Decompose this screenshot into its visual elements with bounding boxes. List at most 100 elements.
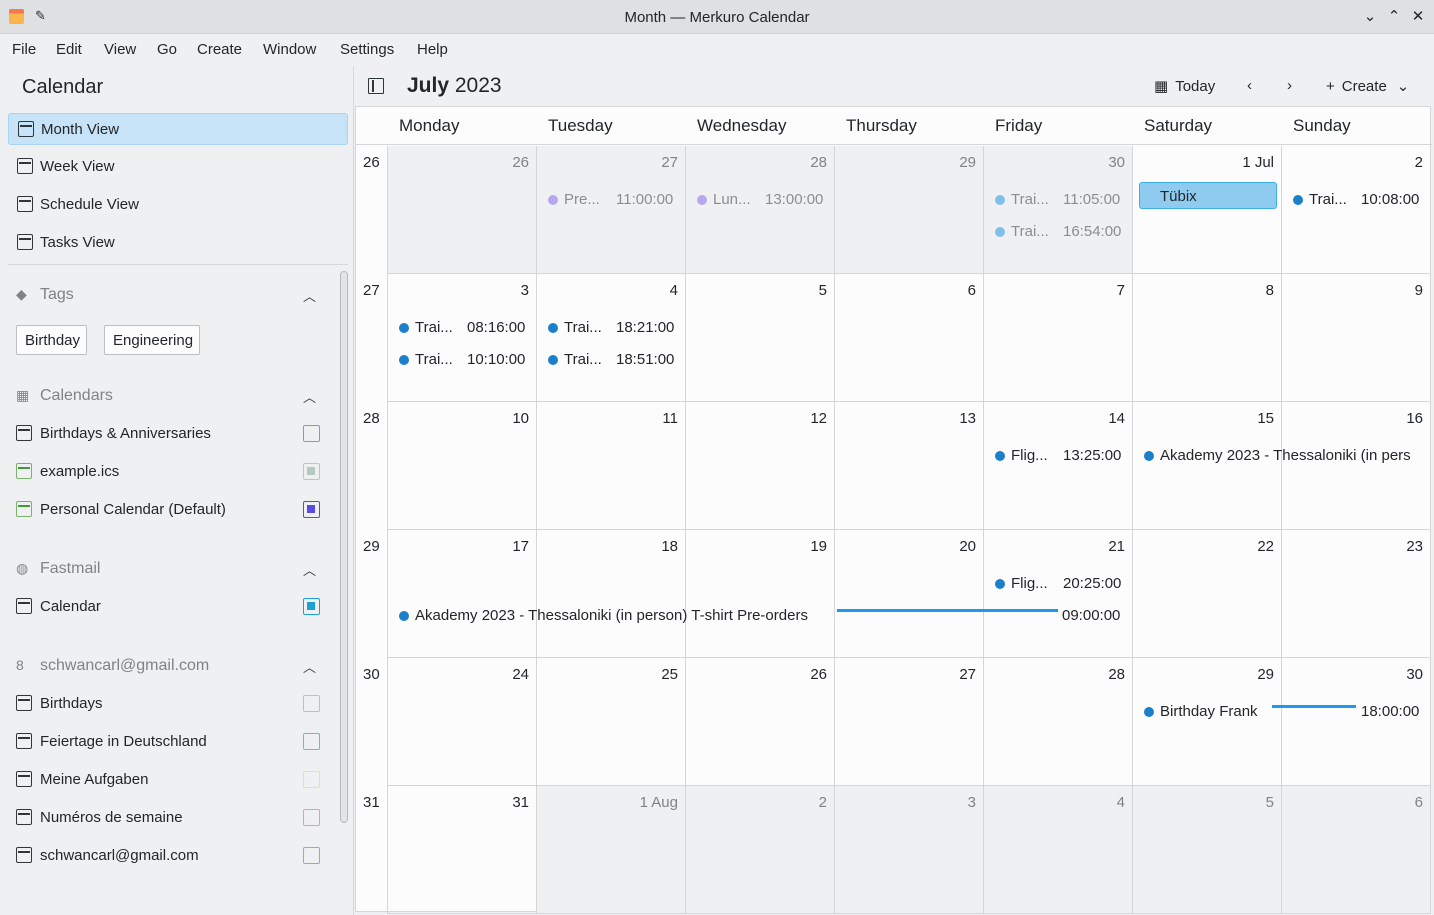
color-checkbox[interactable] <box>303 847 320 864</box>
sidebar-scrollbar[interactable] <box>340 271 348 823</box>
day-cell[interactable]: 13 <box>835 402 984 530</box>
calendar-item[interactable]: Feiertage in Deutschland <box>16 727 326 757</box>
day-cell[interactable]: 24 <box>388 658 537 786</box>
day-cell[interactable]: 19 <box>686 530 835 658</box>
fastmail-section-header[interactable]: ◍ Fastmail <box>16 560 100 578</box>
event-item[interactable]: Birthday Frank <box>1144 701 1274 723</box>
menu-help[interactable]: Help <box>417 41 448 58</box>
day-cell[interactable]: 1 Aug <box>537 786 686 914</box>
day-cell[interactable]: 20 <box>835 530 984 658</box>
calendar-item[interactable]: schwancarl@gmail.com <box>16 841 326 871</box>
color-checkbox[interactable] <box>303 598 320 615</box>
event-item[interactable]: Flig... 13:25:00 <box>995 445 1135 467</box>
chevron-up-icon[interactable]: ︿ <box>303 387 316 406</box>
event-item[interactable]: Akademy 2023 - Thessaloniki (in pers <box>1144 445 1422 467</box>
day-cell[interactable]: 26 <box>388 146 537 274</box>
menu-edit[interactable]: Edit <box>56 41 82 58</box>
nav-schedule-view[interactable]: Schedule View <box>8 189 348 221</box>
calendar-item[interactable]: Calendar <box>16 592 326 622</box>
menu-go[interactable]: Go <box>157 41 177 58</box>
next-icon[interactable]: › <box>1287 77 1292 94</box>
event-item[interactable]: Lun... 13:00:00 <box>697 189 837 211</box>
day-cell[interactable]: 17 <box>388 530 537 658</box>
color-checkbox[interactable] <box>303 771 320 788</box>
menu-create[interactable]: Create <box>197 41 242 58</box>
day-cell[interactable]: 4 <box>984 786 1133 914</box>
birthday-calendar-icon <box>16 425 32 441</box>
menu-window[interactable]: Window <box>263 41 316 58</box>
today-button[interactable]: ▦ Today <box>1154 77 1215 95</box>
day-cell[interactable]: 25 <box>537 658 686 786</box>
gmail-section-header[interactable]: 8 schwancarl@gmail.com <box>16 657 209 675</box>
tag-engineering[interactable]: Engineering <box>104 325 201 355</box>
close-icon[interactable]: ✕ <box>1408 6 1428 28</box>
day-cell[interactable]: 23 <box>1282 530 1431 658</box>
calendars-section-header[interactable]: ▦ Calendars <box>16 387 113 405</box>
day-cell[interactable]: 3 <box>835 786 984 914</box>
sidebar-toggle-icon[interactable] <box>368 78 384 94</box>
day-cell[interactable]: 6 <box>835 274 984 402</box>
nav-month-view[interactable]: Month View <box>8 113 348 145</box>
calendar-item[interactable]: example.ics <box>16 457 326 487</box>
allday-event[interactable]: Tübix <box>1139 182 1277 209</box>
tag-birthday[interactable]: Birthday <box>16 325 88 355</box>
previous-icon[interactable]: ‹ <box>1247 77 1252 94</box>
nav-tasks-view[interactable]: Tasks View <box>8 227 348 259</box>
event-item[interactable]: Trai... 16:54:00 <box>995 221 1135 243</box>
nav-week-view[interactable]: Week View <box>8 151 348 183</box>
calendar-item[interactable]: Birthdays & Anniversaries <box>16 419 326 449</box>
event-item[interactable]: Trai... 10:08:00 <box>1293 189 1433 211</box>
day-cell[interactable]: 9 <box>1282 274 1431 402</box>
event-dot <box>399 355 409 365</box>
day-cell[interactable]: 5 <box>1133 786 1282 914</box>
event-item[interactable]: Trai... 11:05:00 <box>995 189 1135 211</box>
menu-view[interactable]: View <box>104 41 136 58</box>
tags-section-header[interactable]: ◆ Tags <box>16 286 74 304</box>
color-checkbox[interactable] <box>303 463 320 480</box>
event-item[interactable]: Flig... 20:25:00 <box>995 573 1135 595</box>
chevron-up-icon[interactable]: ︿ <box>303 560 316 579</box>
color-checkbox[interactable] <box>303 695 320 712</box>
color-checkbox[interactable] <box>303 733 320 750</box>
day-cell[interactable]: 27 <box>835 658 984 786</box>
menu-file[interactable]: File <box>12 41 36 58</box>
calendar-item[interactable]: Personal Calendar (Default) <box>16 495 326 525</box>
day-cell[interactable]: 7 <box>984 274 1133 402</box>
color-checkbox[interactable] <box>303 425 320 442</box>
calendar-month-icon <box>18 121 34 137</box>
day-cell[interactable]: 29 <box>835 146 984 274</box>
multiday-event[interactable]: Akademy 2023 - Thessaloniki (in person) … <box>399 605 839 627</box>
day-cell[interactable]: 12 <box>686 402 835 530</box>
day-cell[interactable]: 1 Jul <box>1133 146 1282 274</box>
event-item[interactable]: Trai... 18:51:00 <box>548 349 688 371</box>
minimize-icon[interactable]: ⌄ <box>1360 6 1380 28</box>
calendar-item[interactable]: Birthdays <box>16 689 326 719</box>
chevron-up-icon[interactable]: ︿ <box>303 657 316 676</box>
event-item[interactable]: Trai... 08:16:00 <box>399 317 539 339</box>
color-checkbox[interactable] <box>303 809 320 826</box>
chevron-up-icon[interactable]: ︿ <box>303 286 316 305</box>
day-cell[interactable]: 22 <box>1133 530 1282 658</box>
event-item[interactable]: Trai... 10:10:00 <box>399 349 539 371</box>
event-time: 16:54:00 <box>1063 223 1122 240</box>
day-cell[interactable]: 8 <box>1133 274 1282 402</box>
day-cell[interactable]: 31 <box>388 786 537 914</box>
day-cell[interactable]: 28 <box>984 658 1133 786</box>
event-item[interactable]: Trai... 18:21:00 <box>548 317 688 339</box>
day-header: Saturday <box>1144 116 1213 135</box>
day-cell[interactable]: 2 <box>686 786 835 914</box>
create-button[interactable]: + Create ⌄ <box>1326 77 1409 95</box>
day-cell[interactable]: 6 <box>1282 786 1431 914</box>
day-cell[interactable]: 11 <box>537 402 686 530</box>
day-cell[interactable]: 18 <box>537 530 686 658</box>
menu-settings[interactable]: Settings <box>340 41 394 58</box>
maximize-icon[interactable]: ⌃ <box>1384 6 1404 28</box>
day-cell[interactable]: 5 <box>686 274 835 402</box>
event-item[interactable]: Pre... 11:00:00 <box>548 189 688 211</box>
color-checkbox[interactable] <box>303 501 320 518</box>
day-cell[interactable]: 10 <box>388 402 537 530</box>
day-cell[interactable]: 26 <box>686 658 835 786</box>
calendar-item[interactable]: Numéros de semaine <box>16 803 326 833</box>
calendar-item[interactable]: Meine Aufgaben <box>16 765 326 795</box>
event-time: 18:21:00 <box>616 319 675 336</box>
